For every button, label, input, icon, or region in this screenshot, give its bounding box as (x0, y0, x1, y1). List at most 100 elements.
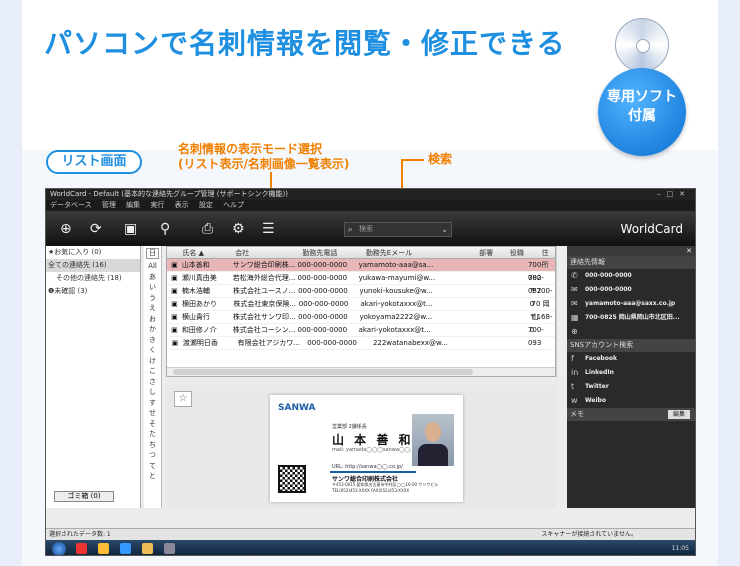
product-page: パソコンで名刺情報を閲覧・修正できる 専用ソフト 付属 リスト画面 名刺情報の表… (0, 0, 740, 566)
kana-letter[interactable]: か (144, 324, 161, 335)
start-button[interactable] (52, 542, 66, 555)
column-header[interactable]: 氏名 ▲ (182, 247, 235, 258)
nav-favorites[interactable]: ★お気に入り (0) (46, 246, 140, 259)
kana-letter[interactable]: All (144, 261, 161, 272)
table-row[interactable]: ▣ 和田修ノ介 株式会社コーシン... 000-000-0000 akari-yokot… (167, 324, 555, 347)
kana-letter[interactable]: け (144, 356, 161, 367)
kana-letter[interactable]: あ (144, 272, 161, 283)
search-input[interactable]: ⌕ 検索 ⌄ (344, 222, 452, 237)
scroll-thumb[interactable] (173, 369, 473, 375)
kana-letter[interactable]: せ (144, 408, 161, 419)
chevron-down-icon[interactable]: ⌄ (441, 223, 448, 236)
column-header[interactable]: 部署 (479, 247, 510, 258)
ie-icon[interactable] (120, 543, 131, 554)
sns-item[interactable]: t Twitter (567, 380, 695, 394)
menu-help[interactable]: ヘルプ (223, 201, 244, 209)
tools-icon[interactable]: ⚲ (160, 221, 170, 237)
worldcard-task-icon[interactable] (164, 543, 175, 554)
kana-letter[interactable]: お (144, 314, 161, 325)
kana-letter[interactable]: た (144, 429, 161, 440)
kana-letter[interactable]: こ (144, 366, 161, 377)
nav-other-contacts[interactable]: その他の連絡先 (18) (46, 272, 140, 285)
menu-edit[interactable]: 編集 (126, 201, 140, 209)
contact-item[interactable]: ⊕ (567, 325, 695, 339)
memo-header: メモ 編集 (567, 408, 695, 421)
table-cell: yamamoto-aaa@sa... (358, 261, 434, 269)
kana-letter[interactable]: て (144, 461, 161, 472)
kana-tab-jp[interactable]: 日 (146, 248, 159, 259)
kana-letter[interactable]: す (144, 398, 161, 409)
trash-button[interactable]: ゴミ箱 (0) (54, 491, 114, 502)
kana-letter[interactable]: と (144, 471, 161, 482)
column-header[interactable] (167, 247, 182, 258)
sns-text: LinkedIn (585, 369, 614, 376)
table-cell: 横田あかり (181, 300, 217, 308)
window-controls[interactable]: –□✕ (657, 189, 691, 200)
menu-view[interactable]: 表示 (175, 201, 189, 209)
kana-letter[interactable]: ち (144, 440, 161, 451)
menu-database[interactable]: データベース (50, 201, 92, 209)
kana-letter[interactable]: き (144, 335, 161, 346)
clock[interactable]: 11:05 (672, 540, 689, 555)
kana-letter[interactable]: つ (144, 450, 161, 461)
menu-manage[interactable]: 管理 (102, 201, 116, 209)
nav-all-contacts[interactable]: 全ての連絡先 (16) (46, 259, 140, 272)
table-cell: 〒168-0 (529, 313, 553, 334)
kana-letter[interactable]: そ (144, 419, 161, 430)
kana-letter[interactable]: さ (144, 377, 161, 388)
kana-letter[interactable]: う (144, 293, 161, 304)
badge-line-1: 専用ソフト (607, 89, 677, 105)
favorite-star-icon[interactable]: ☆ (174, 391, 192, 407)
table-row[interactable]: ▣ 山本善和 サンワ総合印刷株... 000-000-0000 yamamoto-aaa… (167, 259, 555, 282)
sns-item[interactable]: w Weibo (567, 394, 695, 408)
column-header[interactable]: 勤務先Eメール (366, 247, 479, 258)
kana-letter[interactable]: い (144, 282, 161, 293)
sync-icon[interactable]: ⟳ (90, 221, 102, 237)
table-cell (497, 324, 528, 336)
table-cell: 000-000-0000 (298, 287, 348, 295)
table-cell (497, 259, 528, 271)
gear-icon[interactable]: ⚙ (232, 221, 245, 237)
column-header[interactable]: 勤務先電話 (302, 247, 365, 258)
horizontal-scrollbar[interactable] (167, 367, 555, 376)
table-cell (471, 298, 501, 310)
table-cell: 株式会社東京保険... (233, 300, 297, 308)
add-contact-icon[interactable]: ⊕ (60, 221, 72, 237)
menu-bar: データベース 管理 編集 実行 表示 設定 ヘルプ (46, 200, 695, 211)
table-cell: 有限会社アジカワ... (237, 339, 301, 347)
table-row[interactable]: ▣ 楠木浩輔 株式会社ユースノ... 000-000-0000 yunoki-kousu… (167, 285, 555, 308)
opera-icon[interactable] (76, 543, 87, 554)
table-cell (468, 259, 498, 271)
explorer-icon[interactable] (142, 543, 153, 554)
close-icon[interactable]: ✕ (567, 246, 695, 256)
export-icon[interactable]: ▣ (124, 221, 137, 237)
contact-item[interactable]: ✉ yamamoto-aaa@saxx.co.jp (567, 297, 695, 311)
contact-item[interactable]: ✉ 000-000-0000 (567, 283, 695, 297)
column-header[interactable]: 会社 (235, 247, 302, 258)
sns-text: Weibo (585, 397, 606, 404)
table-cell: 222watanabexx@w... (372, 339, 448, 347)
menu-settings[interactable]: 設定 (199, 201, 213, 209)
vertical-scrollbar[interactable] (556, 246, 565, 377)
kana-letter[interactable]: く (144, 345, 161, 356)
edit-button[interactable]: 編集 (668, 410, 690, 419)
view-mode-icon[interactable]: ☰ (262, 221, 275, 237)
kana-letter[interactable]: え (144, 303, 161, 314)
sns-item[interactable]: f Facebook (567, 352, 695, 366)
chrome-icon[interactable] (98, 543, 109, 554)
table-row[interactable]: ▣ 横田あかり 株式会社東京保険... 000-000-0000 akari-yokot… (167, 298, 555, 321)
kana-letter[interactable]: し (144, 387, 161, 398)
contact-item[interactable]: ▦ 700-0825 岡山県岡山市北区田... (567, 311, 695, 325)
column-header[interactable]: 住所 (542, 247, 555, 269)
software-badge: 専用ソフト 付属 (598, 68, 686, 156)
table-row[interactable]: ▣ 横山貴行 株式会社サンワ印... 000-000-0000 yokoyama2222… (167, 311, 555, 334)
menu-run[interactable]: 実行 (150, 201, 164, 209)
table-row[interactable]: ▣ 渡瀬明日香 有限会社アジカワ... 000-000-0000 222watanabe… (167, 337, 555, 350)
contact-item[interactable]: ✆ 000-000-0000 (567, 269, 695, 283)
sns-item[interactable]: in LinkedIn (567, 366, 695, 380)
table-body: ▣ 山本善和 サンワ総合印刷株... 000-000-0000 yamamoto-aaa… (167, 259, 555, 350)
print-icon[interactable]: ⎙ (202, 221, 213, 237)
nav-unconfirmed[interactable]: ❶未確認 (3) (46, 285, 140, 298)
table-row[interactable]: ▣ 瀬川真由美 若松海外総合代理... 000-000-0000 yukawa-mayu… (167, 272, 555, 295)
column-header[interactable]: 役職 (510, 247, 542, 258)
